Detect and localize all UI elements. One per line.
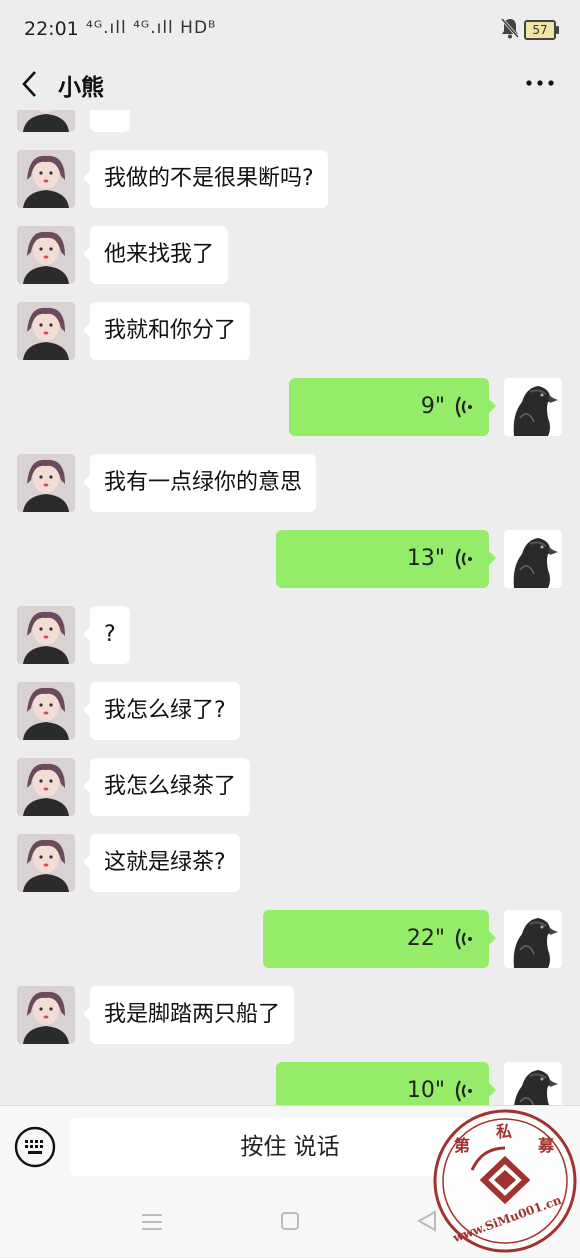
voice-wave-icon (455, 928, 472, 950)
my-avatar[interactable] (504, 378, 562, 436)
message-bubble[interactable]: 我做的不是很果断吗? (83, 150, 328, 208)
status-time: 22:01 (24, 18, 79, 40)
contact-avatar[interactable] (17, 758, 75, 816)
my-avatar[interactable] (504, 530, 562, 588)
voice-duration: 9" (420, 394, 445, 419)
contact-avatar[interactable] (17, 454, 75, 512)
message-bubble[interactable]: 我是脚踏两只船了 (82, 986, 295, 1044)
message-bubble[interactable]: ? (83, 606, 130, 664)
watermark-char: 第 (454, 1136, 471, 1155)
more-options-icon[interactable] (520, 68, 560, 98)
contact-avatar[interactable] (17, 150, 75, 208)
signal-icon: ⁴ᴳ.ıll ⁴ᴳ.ıll HDᴮ (86, 18, 217, 38)
contact-avatar[interactable] (17, 302, 75, 360)
keyboard-icon[interactable] (14, 1126, 56, 1168)
contact-avatar[interactable] (17, 682, 75, 740)
message-bubble[interactable]: 这就是绿茶? (83, 834, 240, 892)
my-avatar[interactable] (504, 1062, 562, 1105)
voice-wave-icon (455, 396, 472, 418)
voice-message-bubble[interactable]: 22" (263, 910, 496, 968)
voice-duration: 22" (406, 926, 445, 951)
home-icon[interactable] (280, 1211, 300, 1231)
contact-avatar[interactable] (17, 110, 75, 132)
voice-wave-icon (455, 548, 472, 570)
voice-duration: 10" (406, 1078, 445, 1103)
watermark-char: 募 (538, 1136, 555, 1155)
message-bubble[interactable]: 我就和你分了 (82, 302, 251, 360)
voice-message-bubble[interactable]: 9" (289, 378, 496, 436)
voice-message-bubble[interactable]: 10" (276, 1062, 496, 1105)
voice-duration: 13" (406, 546, 445, 571)
message-bubble[interactable] (90, 110, 130, 132)
mute-bell-icon (500, 18, 520, 39)
contact-avatar[interactable] (17, 606, 75, 664)
watermark-char: 私 (496, 1122, 513, 1141)
message-bubble[interactable]: 我怎么绿了? (83, 682, 240, 740)
chat-title: 小熊 (58, 75, 104, 101)
contact-avatar[interactable] (17, 986, 75, 1044)
back-arrow-icon[interactable] (16, 66, 46, 102)
message-list[interactable]: 我做的不是很果断吗? 他来找我了 我就和你分了 9" 我有一点绿你的意思 13" (0, 110, 580, 1105)
menu-icon[interactable] (140, 1211, 164, 1233)
message-bubble[interactable]: 他来找我了 (82, 226, 229, 284)
status-bar: 22:01 ⁴ᴳ.ıll ⁴ᴳ.ıll HDᴮ 57 (0, 0, 580, 58)
message-bubble[interactable]: 我有一点绿你的意思 (82, 454, 317, 512)
voice-wave-icon (455, 1080, 472, 1102)
watermark-seal: 第 私 募 www.SiMu001.cn (432, 1108, 578, 1254)
my-avatar[interactable] (504, 910, 562, 968)
message-bubble[interactable]: 我怎么绿茶了 (82, 758, 251, 816)
battery-icon: 57 (524, 20, 559, 40)
contact-avatar[interactable] (17, 834, 75, 892)
voice-message-bubble[interactable]: 13" (276, 530, 496, 588)
contact-avatar[interactable] (17, 226, 75, 284)
chat-header: 小熊 (0, 58, 580, 110)
